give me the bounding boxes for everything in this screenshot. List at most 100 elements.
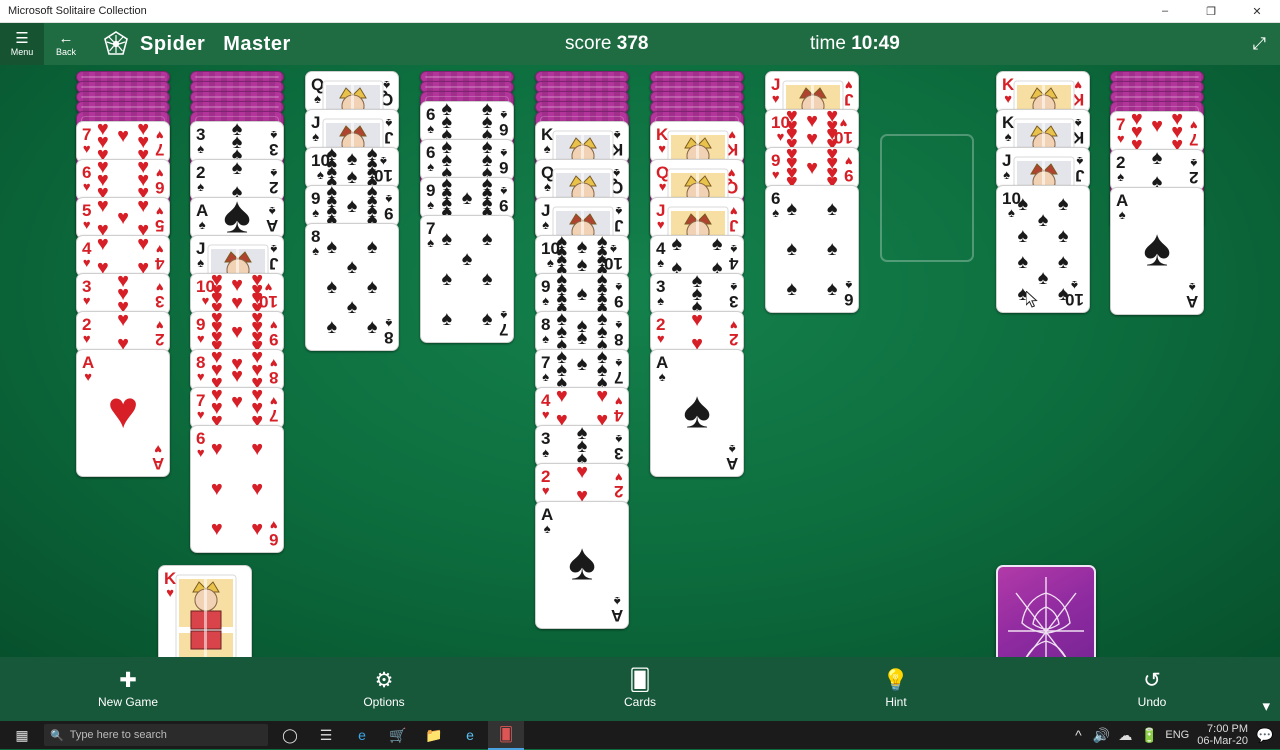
hint-button[interactable]: 💡 Hint — [768, 669, 1024, 709]
4-hearts-card[interactable]: 4 ♥ 4 ♥ ♥ ♥ ♥ ♥ — [535, 387, 629, 429]
k-spades-card[interactable]: K ♠ K ♠ — [535, 121, 629, 163]
time-label: time — [810, 33, 846, 54]
expand-diagonal-icon[interactable]: ⤢ — [1252, 34, 1266, 54]
card-corner-bottom: A ♠ — [610, 594, 623, 625]
game-board[interactable]: 7 ♥ 7 ♥ ♥ ♥ ♥ ♥ ♥ ♥ ♥ 6 ♥ 6 ♥ ♥ ♥ ♥ ♥ ♥ ♥ 5 ♥ 5 ♥ ♥ ♥ ♥ ♥ ♥ 4 ♥ 4 ♥ ♥ ♥ ♥ ♥ 3 ♥… — [0, 65, 1280, 697]
language-indicator[interactable]: ENG — [1165, 729, 1189, 741]
solitaire-icon[interactable]: 🂠 — [488, 720, 524, 750]
volume-icon[interactable]: 🔊 — [1093, 721, 1110, 749]
a-spades-card[interactable]: A ♠ A ♠ ♠ — [1110, 187, 1204, 315]
clock-date: 06-Mar-20 — [1197, 735, 1248, 747]
store-icon[interactable]: 🛒 — [380, 721, 416, 749]
cortana-circle-icon[interactable]: ◯ — [272, 721, 308, 749]
search-input[interactable]: 🔍 Type here to search — [44, 724, 268, 746]
cards-button[interactable]: 🂠 Cards — [512, 669, 768, 709]
chevron-up-icon[interactable]: ^ — [1071, 721, 1085, 749]
card-pip: ♠ — [1057, 283, 1069, 306]
card-pip: ♠ — [568, 533, 596, 592]
8-hearts-card[interactable]: 8 ♥ 8 ♥ ♥ ♥ ♥ ♥ ♥ ♥ ♥ ♥ — [190, 349, 284, 391]
7-hearts-card[interactable]: 7 ♥ 7 ♥ ♥ ♥ ♥ ♥ ♥ ♥ ♥ — [1110, 111, 1204, 153]
10-spades-card[interactable]: 10 ♠ 10 ♠ ♠ ♠ ♠ ♠ ♠ ♠ ♠ ♠ ♠ ♠ — [535, 235, 629, 277]
menu-button[interactable]: ☰ Menu — [0, 23, 44, 65]
close-button[interactable]: ✕ — [1234, 0, 1280, 22]
4-hearts-card[interactable]: 4 ♥ 4 ♥ ♥ ♥ ♥ ♥ — [76, 235, 170, 277]
q-spades-card[interactable]: Q ♠ Q ♠ — [535, 159, 629, 201]
j-spades-card[interactable]: J ♠ J ♠ — [190, 235, 284, 277]
j-spades-card[interactable]: J ♠ J ♠ — [535, 197, 629, 239]
a-spades-card[interactable]: A ♠ A ♠ ♠ — [535, 501, 629, 629]
6-spades-card[interactable]: 6 ♠ 6 ♠ ♠ ♠ ♠ ♠ ♠ ♠ — [420, 101, 514, 143]
maximize-button[interactable]: ❐ — [1188, 0, 1234, 22]
9-hearts-card[interactable]: 9 ♥ 9 ♥ ♥ ♥ ♥ ♥ ♥ ♥ ♥ ♥ ♥ — [765, 147, 859, 189]
card-corner-top: 7 ♠ — [541, 353, 551, 384]
k-hearts-card[interactable]: K ♥ K ♥ — [650, 121, 744, 163]
10-spades-card[interactable]: 10 ♠ 10 ♠ ♠ ♠ ♠ ♠ ♠ ♠ ♠ ♠ ♠ ♠ — [996, 185, 1090, 313]
j-hearts-card[interactable]: J ♥ J ♥ — [765, 71, 859, 113]
3-spades-card[interactable]: 3 ♠ 3 ♠ ♠ ♠ ♠ — [650, 273, 744, 315]
network-icon[interactable]: ☁ — [1117, 721, 1133, 749]
battery-icon[interactable]: 🔋 — [1141, 721, 1158, 749]
options-label: Options — [363, 695, 405, 709]
a-spades-card[interactable]: A ♠ A ♠ ♠ — [190, 197, 284, 239]
back-button[interactable]: ← Back — [44, 23, 88, 65]
card-corner-bottom: 3 ♥ — [154, 280, 164, 311]
card-pip: ♠ — [461, 187, 473, 209]
k-hearts-card[interactable]: K ♥ K ♥ — [996, 71, 1090, 113]
action-center-icon[interactable]: 💬 — [1256, 721, 1274, 749]
3-spades-card[interactable]: 3 ♠ 3 ♠ ♠ ♠ ♠ — [535, 425, 629, 467]
options-button[interactable]: ⚙ Options — [256, 669, 512, 709]
10-hearts-card[interactable]: 10 ♥ 10 ♥ ♥ ♥ ♥ ♥ ♥ ♥ ♥ ♥ ♥ ♥ — [190, 273, 284, 315]
6-spades-card[interactable]: 6 ♠ 6 ♠ ♠ ♠ ♠ ♠ ♠ ♠ — [765, 185, 859, 313]
7-spades-card[interactable]: 7 ♠ 7 ♠ ♠ ♠ ♠ ♠ ♠ ♠ ♠ — [535, 349, 629, 391]
4-spades-card[interactable]: 4 ♠ 4 ♠ ♠ ♠ ♠ ♠ — [650, 235, 744, 277]
card-pip: ♥ — [251, 518, 264, 541]
new-game-button[interactable]: ✚ New Game — [0, 669, 256, 709]
9-spades-card[interactable]: 9 ♠ 9 ♠ ♠ ♠ ♠ ♠ ♠ ♠ ♠ ♠ ♠ — [535, 273, 629, 315]
2-hearts-card[interactable]: 2 ♥ 2 ♥ ♥ ♥ — [76, 311, 170, 353]
2-spades-card[interactable]: 2 ♠ 2 ♠ ♠ ♠ — [190, 159, 284, 201]
6-hearts-card[interactable]: 6 ♥ 6 ♥ ♥ ♥ ♥ ♥ ♥ ♥ — [190, 425, 284, 553]
card-corner-bottom: 8 ♠ — [383, 316, 393, 347]
3-hearts-card[interactable]: 3 ♥ 3 ♥ ♥ ♥ ♥ — [76, 273, 170, 315]
q-spades-card[interactable]: Q ♠ Q ♠ — [305, 71, 399, 113]
k-spades-card[interactable]: K ♠ K ♠ — [996, 109, 1090, 151]
2-hearts-card[interactable]: 2 ♥ 2 ♥ ♥ ♥ — [535, 463, 629, 505]
2-hearts-card[interactable]: 2 ♥ 2 ♥ ♥ ♥ — [650, 311, 744, 353]
j-hearts-card[interactable]: J ♥ J ♥ — [650, 197, 744, 239]
5-hearts-card[interactable]: 5 ♥ 5 ♥ ♥ ♥ ♥ ♥ ♥ — [76, 197, 170, 239]
undo-button[interactable]: ↺ Undo — [1024, 669, 1280, 709]
card-corner-bottom: 4 ♥ — [154, 242, 164, 273]
q-hearts-card[interactable]: Q ♥ Q ♥ — [650, 159, 744, 201]
7-hearts-card[interactable]: 7 ♥ 7 ♥ ♥ ♥ ♥ ♥ ♥ ♥ ♥ — [76, 121, 170, 163]
card-corner-top: J ♠ — [196, 239, 206, 270]
clock[interactable]: 7:00 PM 06-Mar-20 — [1197, 723, 1248, 747]
a-spades-card[interactable]: A ♠ A ♠ ♠ — [650, 349, 744, 477]
plus-icon: ✚ — [119, 669, 137, 692]
7-hearts-card[interactable]: 7 ♥ 7 ♥ ♥ ♥ ♥ ♥ ♥ ♥ ♥ — [190, 387, 284, 429]
10-spades-card[interactable]: 10 ♠ 10 ♠ ♠ ♠ ♠ ♠ ♠ ♠ ♠ ♠ ♠ ♠ — [305, 147, 399, 189]
9-spades-card[interactable]: 9 ♠ 9 ♠ ♠ ♠ ♠ ♠ ♠ ♠ ♠ ♠ ♠ — [305, 185, 399, 227]
minimize-button[interactable]: – — [1142, 0, 1188, 22]
6-hearts-card[interactable]: 6 ♥ 6 ♥ ♥ ♥ ♥ ♥ ♥ ♥ — [76, 159, 170, 201]
empty-tableau-slot[interactable] — [880, 134, 974, 262]
file-explorer-icon[interactable]: 📁 — [416, 721, 452, 749]
j-spades-card[interactable]: J ♠ J ♠ — [305, 109, 399, 151]
6-spades-card[interactable]: 6 ♠ 6 ♠ ♠ ♠ ♠ ♠ ♠ ♠ — [420, 139, 514, 181]
9-hearts-card[interactable]: 9 ♥ 9 ♥ ♥ ♥ ♥ ♥ ♥ ♥ ♥ ♥ ♥ — [190, 311, 284, 353]
windows-start-icon[interactable]: ▦ — [0, 721, 44, 749]
2-spades-card[interactable]: 2 ♠ 2 ♠ ♠ ♠ — [1110, 149, 1204, 191]
internet-explorer-icon[interactable]: e — [452, 721, 488, 749]
10-hearts-card[interactable]: 10 ♥ 10 ♥ ♥ ♥ ♥ ♥ ♥ ♥ ♥ ♥ ♥ ♥ — [765, 109, 859, 151]
3-spades-card[interactable]: 3 ♠ 3 ♠ ♠ ♠ ♠ — [190, 121, 284, 163]
task-view-icon[interactable]: ☰ — [308, 721, 344, 749]
chevron-down-icon[interactable]: ▾ — [1262, 697, 1270, 715]
9-spades-card[interactable]: 9 ♠ 9 ♠ ♠ ♠ ♠ ♠ ♠ ♠ ♠ ♠ ♠ — [420, 177, 514, 219]
edge-icon[interactable]: e — [344, 721, 380, 749]
7-spades-card[interactable]: 7 ♠ 7 ♠ ♠ ♠ ♠ ♠ ♠ ♠ ♠ — [420, 215, 514, 343]
card-corner-bottom: 2 ♥ — [728, 318, 738, 349]
8-spades-card[interactable]: 8 ♠ 8 ♠ ♠ ♠ ♠ ♠ ♠ ♠ ♠ ♠ — [535, 311, 629, 353]
8-spades-card[interactable]: 8 ♠ 8 ♠ ♠ ♠ ♠ ♠ ♠ ♠ ♠ ♠ — [305, 223, 399, 351]
j-spades-card[interactable]: J ♠ J ♠ — [996, 147, 1090, 189]
card-corner-bottom: 3 ♠ — [728, 280, 738, 311]
a-hearts-card[interactable]: A ♥ A ♥ ♥ — [76, 349, 170, 477]
